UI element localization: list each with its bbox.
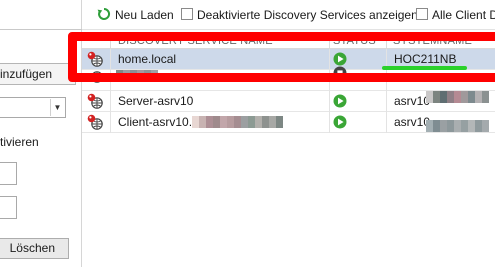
discovery-service-icon [91,71,103,83]
play-icon [333,52,347,66]
text-field-2[interactable] [0,196,17,219]
show-disabled-label[interactable]: Deaktivierte Discovery Services anzeigen [197,8,418,22]
column-divider [110,91,111,112]
redacted-text [192,116,283,128]
chevron-down-icon[interactable]: ▼ [50,99,64,116]
add-button[interactable]: inzufügen [0,63,76,85]
discovery-service-icon [87,51,103,67]
left-panel: inzufügen ▼ tivieren Löschen [0,0,82,267]
service-name: Client-asrv10. [118,115,193,129]
delete-button[interactable]: Löschen [0,238,69,259]
service-name: Server-asrv10 [118,94,194,108]
table-row[interactable]: Client-asrv10. asrv10 [82,112,495,133]
all-clients-label[interactable]: Alle Client D [432,8,495,22]
column-divider [110,70,111,91]
discovery-service-icon [87,93,103,109]
column-divider [329,70,330,91]
grid-header: DISCOVERY SERVICE NAME STATUS SYSTEMNAME [82,34,495,49]
divider [0,29,82,30]
column-divider [329,112,330,133]
show-disabled-checkbox[interactable] [181,8,193,20]
column-divider [110,49,111,70]
column-divider [329,91,330,112]
activate-label: tivieren [0,135,39,149]
system-name: asrv10 [394,115,431,129]
column-header-name[interactable]: DISCOVERY SERVICE NAME [118,34,273,49]
redacted-text [426,120,489,132]
column-divider [386,70,387,91]
app-window: inzufügen ▼ tivieren Löschen Neu Laden D… [0,0,495,267]
play-icon [333,94,347,108]
column-divider [110,34,111,48]
column-divider [329,34,330,48]
play-icon [333,115,347,129]
table-row[interactable]: Server-asrv10 asrv10 [82,91,495,112]
discovery-services-grid: DISCOVERY SERVICE NAME STATUS SYSTEMNAME… [82,30,495,267]
table-row[interactable] [82,66,495,91]
column-divider [386,91,387,112]
reload-button[interactable]: Neu Laden [115,8,174,22]
refresh-icon[interactable] [97,7,111,21]
column-divider [329,49,330,70]
all-clients-checkbox[interactable] [416,8,428,20]
column-divider [386,49,387,70]
redacted-text [116,70,158,82]
toolbar: Neu Laden Deaktivierte Discovery Service… [82,0,495,30]
column-divider [386,112,387,133]
service-name: home.local [118,52,177,66]
type-select[interactable]: ▼ [0,97,66,118]
stop-icon [333,66,347,80]
system-name: HOC211NB [394,52,457,66]
column-header-status[interactable]: STATUS [333,34,376,49]
text-field-1[interactable] [0,162,17,185]
system-name: asrv10 [394,94,431,108]
redacted-text [426,91,489,103]
column-divider [386,34,387,48]
column-divider [110,112,111,133]
column-header-systemname[interactable]: SYSTEMNAME [393,34,472,49]
discovery-service-icon [87,114,103,130]
table-row[interactable]: home.local HOC211NB [82,49,495,70]
